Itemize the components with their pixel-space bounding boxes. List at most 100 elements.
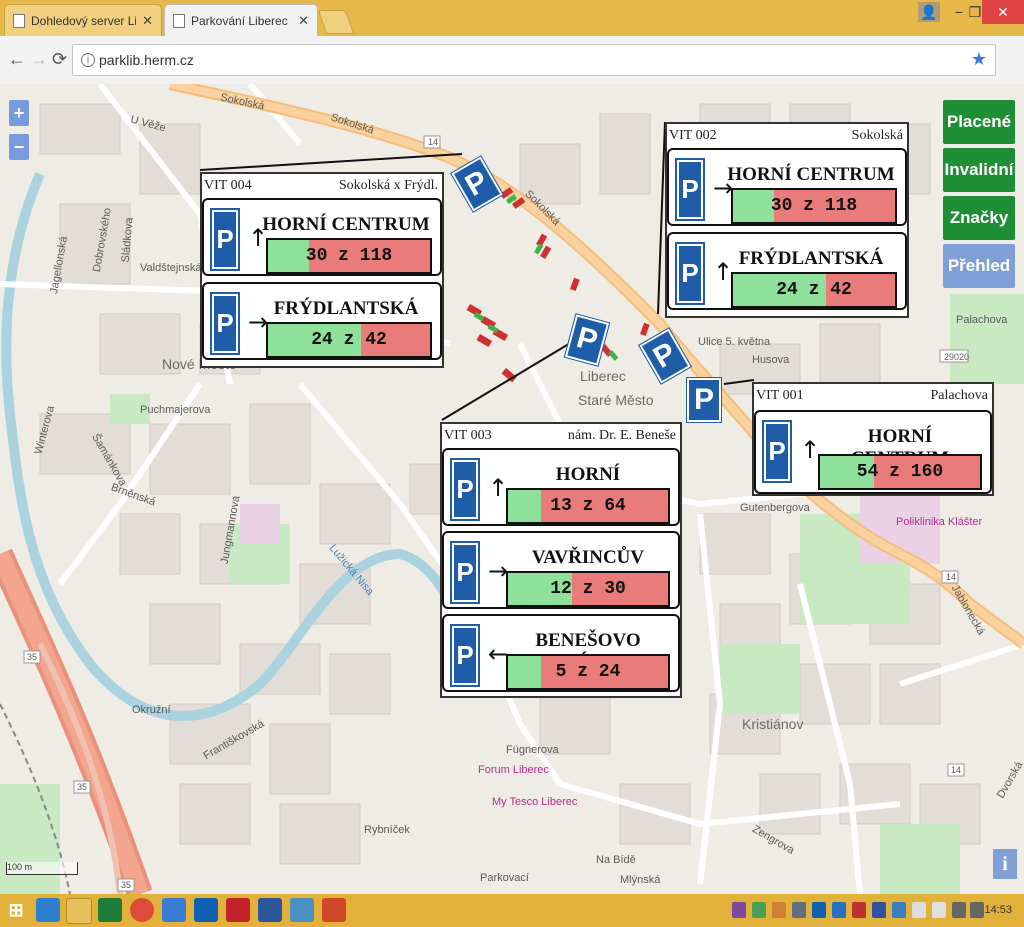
placene-button[interactable]: Placené [943, 100, 1015, 144]
destination-name: HORNÍ CENTRUM [727, 164, 895, 185]
info-button[interactable]: i [993, 849, 1017, 879]
occupancy-bar: 24 z 42 [266, 322, 432, 358]
street-label: Husova [752, 354, 790, 366]
tray-icon[interactable] [812, 902, 826, 918]
street-label: Ulice 5. května [698, 336, 771, 348]
network-app-icon[interactable] [162, 898, 186, 922]
tray-icon[interactable] [912, 902, 926, 918]
occupancy-text: 12 z 30 [550, 579, 626, 599]
parking-p-icon: P [450, 541, 480, 604]
file-explorer-icon[interactable] [66, 898, 92, 924]
poi-label: Parkovací [480, 872, 529, 884]
occupancy-text: 54 z 160 [856, 462, 944, 482]
document-icon [13, 13, 25, 28]
tray-icon[interactable] [772, 902, 786, 918]
district-label: Liberec [580, 368, 626, 384]
back-button[interactable]: ← [8, 49, 26, 70]
vit-panel-004[interactable]: VIT 004 Sokolská x Frýdl. P ↑ HORNÍ CENT… [200, 172, 444, 368]
remote-desktop-icon[interactable] [290, 898, 314, 922]
outlook-icon[interactable] [194, 898, 218, 922]
street-label: Fügnerova [506, 744, 559, 756]
invalidni-button[interactable]: Invalidní [943, 148, 1015, 192]
occupancy-text: 30 z 118 [305, 246, 393, 266]
powerpoint-icon[interactable] [322, 898, 346, 922]
tray-icon[interactable] [792, 902, 806, 918]
tab-dohledovy-server[interactable]: Dohledový server Libere ✕ [4, 4, 162, 36]
poi-label: My Tesco Liberec [492, 796, 578, 808]
poi-label: Forum Liberec [478, 764, 549, 776]
occupancy-text: 30 z 118 [770, 196, 858, 216]
vit-panel-003[interactable]: VIT 003 nám. Dr. E. Beneše P ↑ HORNÍ CEN… [440, 422, 682, 698]
battery-icon[interactable] [932, 902, 946, 918]
map-canvas[interactable]: Sokolská Sokolská Sokolská U Věže Jagell… [0, 84, 1024, 894]
url-text[interactable]: parklib.herm.cz [99, 52, 194, 68]
road-number: 14 [946, 572, 957, 582]
district-label: Staré Město [578, 392, 654, 408]
road-number: 35 [77, 782, 88, 792]
street-label: Puchmajerova [140, 404, 211, 416]
road-number: 35 [121, 880, 132, 890]
tray-icon[interactable] [732, 902, 746, 918]
occupancy-text: 5 z 24 [555, 662, 621, 682]
destination-name: FRÝDLANTSKÁ [738, 248, 884, 269]
document-icon [173, 13, 185, 28]
parking-p-icon: P [762, 420, 792, 483]
forward-button[interactable]: → [30, 49, 48, 70]
road-number: 35 [27, 652, 38, 662]
vit-entry: P → FRÝDLANTSKÁ 24 z 42 [202, 282, 442, 360]
panel-id: VIT 004 [204, 178, 252, 193]
tray-icon[interactable] [832, 902, 846, 918]
panel-location: Sokolská x Frýdl. [338, 178, 438, 193]
volume-icon[interactable] [970, 902, 984, 918]
tab-parkovani-liberec[interactable]: Parkování Liberec ✕ [164, 4, 318, 36]
parking-p-icon: P [450, 458, 480, 521]
street-label: Mlýnská [620, 874, 661, 886]
bluetooth-icon[interactable] [872, 902, 886, 918]
znacky-button[interactable]: Značky [943, 196, 1015, 240]
zoom-out-button[interactable]: − [9, 134, 29, 160]
bookmark-star-icon[interactable]: ★ [971, 49, 987, 70]
reload-button[interactable]: ⟳ [52, 49, 67, 70]
road-number: 14 [951, 765, 962, 775]
occupancy-bar: 30 z 118 [266, 238, 432, 274]
tab-close-icon[interactable]: ✕ [142, 13, 153, 29]
network-icon[interactable] [952, 902, 966, 918]
vit-entry: P ← BENEŠOVO NÁM. 5 z 24 [442, 614, 680, 692]
tab-label: Dohledový server Libere [31, 13, 136, 28]
new-tab-button[interactable] [317, 10, 355, 34]
street-label: Okružní [132, 704, 171, 716]
site-info-icon[interactable]: i [81, 53, 95, 67]
parking-p-icon: P [450, 624, 480, 687]
acrobat-icon[interactable] [226, 898, 250, 922]
vit-panel-002[interactable]: VIT 002 Sokolská P → HORNÍ CENTRUM 30 z … [665, 122, 909, 318]
word-icon[interactable] [258, 898, 282, 922]
occupancy-bar: 12 z 30 [506, 571, 670, 607]
tray-icon[interactable] [752, 902, 766, 918]
chrome-icon[interactable] [130, 898, 154, 922]
internet-explorer-icon[interactable] [36, 898, 60, 922]
parking-sign-marker[interactable]: P [686, 377, 722, 423]
occupancy-bar: 13 z 64 [506, 488, 670, 524]
tray-icon[interactable] [892, 902, 906, 918]
occupancy-bar: 5 z 24 [506, 654, 670, 690]
vit-entry: P ↑ HORNÍ CENTRUM 30 z 118 [202, 198, 442, 276]
panel-location: Palachova [930, 388, 988, 403]
windows-taskbar: ⊞ 14:53 [0, 894, 1024, 927]
start-button[interactable]: ⊞ [4, 898, 28, 922]
vit-entry: P ↑ FRÝDLANTSKÁ 24 z 42 [667, 232, 907, 310]
zoom-in-button[interactable]: + [9, 100, 29, 126]
excel-icon[interactable] [98, 898, 122, 922]
address-bar[interactable]: i parklib.herm.cz ★ [72, 44, 996, 76]
vit-panel-001[interactable]: VIT 001 Palachova P ↑ HORNÍ CENTRUM 54 z… [752, 382, 994, 496]
occupancy-bar: 30 z 118 [731, 188, 897, 224]
vit-entry: P ↑ HORNÍ CENTRUM 13 z 64 [442, 448, 680, 526]
prehled-button[interactable]: Přehled [943, 244, 1015, 288]
road-number: 14 [428, 137, 439, 147]
tab-close-icon[interactable]: ✕ [298, 13, 309, 29]
browser-tab-strip: Dohledový server Libere ✕ Parkování Libe… [0, 0, 1024, 36]
panel-id: VIT 003 [444, 428, 492, 443]
close-window-button[interactable]: ✕ [982, 0, 1024, 24]
user-profile-icon[interactable]: 👤 [918, 2, 940, 22]
tray-icon[interactable] [852, 902, 866, 918]
destination-name: FRÝDLANTSKÁ [273, 298, 419, 319]
